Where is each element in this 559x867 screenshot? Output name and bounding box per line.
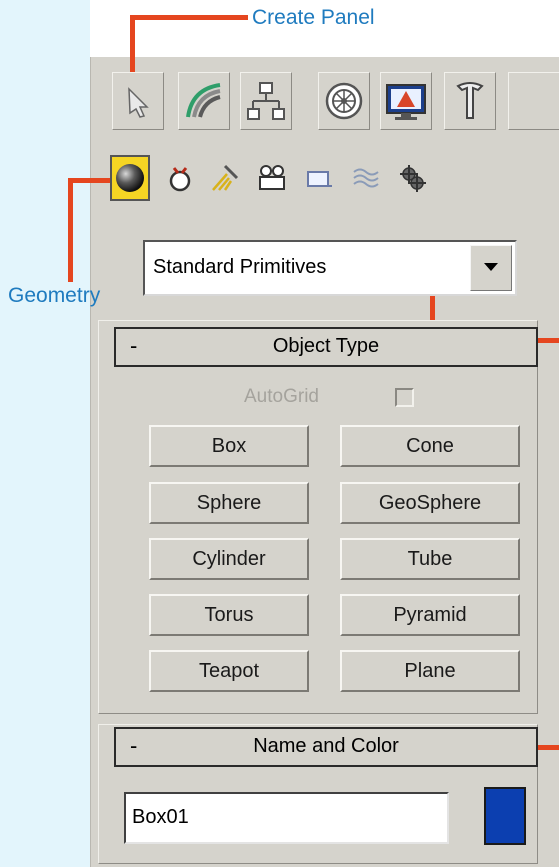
autogrid-label: AutoGrid xyxy=(244,386,319,407)
object-name-value: Box01 xyxy=(132,806,189,828)
cone-button[interactable]: Cone xyxy=(340,425,520,467)
motion-icon xyxy=(325,82,363,120)
plane-button[interactable]: Plane xyxy=(340,650,520,692)
shapes-category-button[interactable] xyxy=(160,155,200,201)
pyramid-button[interactable]: Pyramid xyxy=(340,594,520,636)
chevron-down-icon xyxy=(484,263,498,271)
autogrid-checkbox[interactable] xyxy=(395,388,414,407)
callout-line xyxy=(130,15,135,73)
cylinder-button[interactable]: Cylinder xyxy=(149,538,309,580)
dropdown-arrow-button[interactable] xyxy=(470,245,512,291)
utilities-tab[interactable] xyxy=(444,72,496,130)
systems-icon xyxy=(400,165,426,192)
shapes-icon xyxy=(169,167,191,192)
object-color-swatch[interactable] xyxy=(484,787,526,845)
display-tab[interactable] xyxy=(380,72,432,130)
cameras-icon xyxy=(259,165,285,190)
display-icon xyxy=(386,84,426,120)
modify-tab[interactable] xyxy=(178,72,230,130)
utilities-icon xyxy=(456,82,484,119)
tube-button[interactable]: Tube xyxy=(340,538,520,580)
hierarchy-icon xyxy=(247,82,285,120)
name-and-color-title: Name and Color xyxy=(253,735,399,757)
callout-line xyxy=(68,178,110,183)
space-warps-icon xyxy=(353,168,379,188)
primitives-dropdown[interactable]: Standard Primitives xyxy=(143,240,517,296)
object-type-rollout-header[interactable]: - Object Type xyxy=(114,327,538,367)
sphere-button[interactable]: Sphere xyxy=(149,482,309,524)
object-type-title: Object Type xyxy=(272,335,380,357)
lights-category-button[interactable] xyxy=(205,155,245,201)
motion-tab[interactable] xyxy=(318,72,370,130)
geometry-callout: Geometry xyxy=(8,284,101,307)
helpers-icon xyxy=(307,171,332,187)
systems-category-button[interactable] xyxy=(392,155,432,201)
more-tab[interactable] xyxy=(508,72,559,130)
modify-icon xyxy=(186,83,221,118)
hierarchy-tab[interactable] xyxy=(240,72,292,130)
geosphere-button[interactable]: GeoSphere xyxy=(340,482,520,524)
lights-icon xyxy=(212,164,239,191)
teapot-button[interactable]: Teapot xyxy=(149,650,309,692)
helpers-category-button[interactable] xyxy=(300,155,340,201)
object-name-field[interactable]: Box01 xyxy=(124,792,449,844)
box-button[interactable]: Box xyxy=(149,425,309,467)
torus-button[interactable]: Torus xyxy=(149,594,309,636)
dropdown-value: Standard Primitives xyxy=(153,256,327,278)
create-tab[interactable] xyxy=(112,72,164,130)
cameras-category-button[interactable] xyxy=(252,155,292,201)
create-icon xyxy=(128,87,149,118)
geometry-category-button[interactable] xyxy=(110,155,150,201)
create-panel-callout: Create Panel xyxy=(252,6,375,29)
callout-line xyxy=(130,15,248,20)
space-warps-category-button[interactable] xyxy=(346,155,386,201)
geometry-icon xyxy=(116,164,144,192)
name-and-color-rollout-header[interactable]: - Name and Color xyxy=(114,727,538,767)
callout-line xyxy=(68,178,73,282)
